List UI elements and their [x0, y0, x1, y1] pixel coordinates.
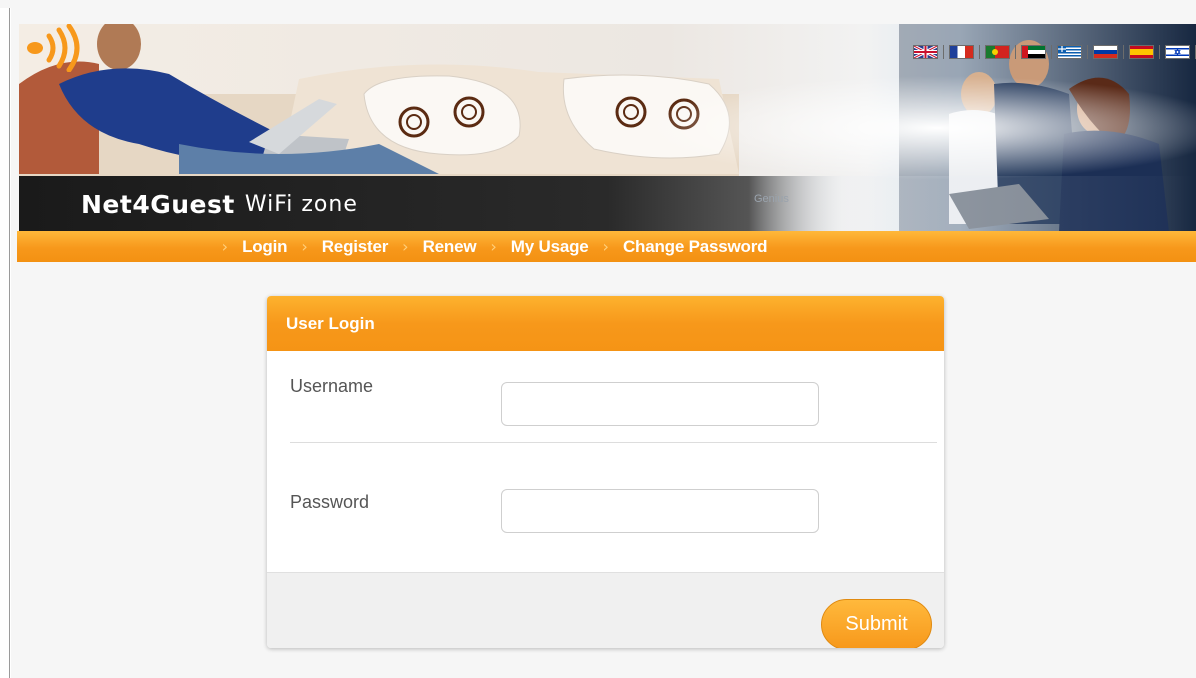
- password-field[interactable]: [501, 489, 819, 533]
- username-field[interactable]: [501, 382, 819, 426]
- nav-item-label: Change Password: [622, 236, 768, 256]
- chevron-right-icon: ›: [221, 237, 229, 256]
- nav-item-label: My Usage: [510, 236, 589, 256]
- spanish-flag-icon[interactable]: [1129, 45, 1154, 59]
- brand-name: Net4Guest: [81, 189, 235, 219]
- nav-item-my-usage[interactable]: › My Usage: [490, 237, 588, 257]
- chevron-right-icon: ›: [301, 237, 308, 256]
- brand-subtitle: WiFi zone: [244, 191, 358, 217]
- banner-faded-text: Genius: [754, 193, 789, 205]
- login-card-title: User Login: [286, 313, 375, 333]
- english-flag-icon[interactable]: [913, 45, 938, 59]
- flag-separator: [1123, 45, 1124, 59]
- nav-item-label: Login: [242, 236, 288, 256]
- portuguese-flag-icon[interactable]: [985, 45, 1010, 59]
- brand-logo: Net4Guest WiFi zone: [81, 180, 358, 228]
- login-card-header: User Login: [267, 296, 944, 351]
- wifi-signal-icon: [27, 24, 80, 72]
- login-card: User Login Username Password Submit: [267, 296, 944, 648]
- flag-separator: [979, 45, 980, 59]
- flag-separator: [1087, 45, 1088, 59]
- chevron-right-icon: ›: [602, 237, 609, 256]
- nav-item-change-password[interactable]: › Change Password: [603, 237, 768, 257]
- uae-flag-icon[interactable]: [1021, 45, 1046, 59]
- nav-item-label: Renew: [422, 236, 477, 256]
- form-divider: [290, 442, 937, 443]
- window-left-edge: [0, 8, 10, 678]
- nav-item-login[interactable]: › Login: [222, 237, 288, 257]
- nav-menu: › Login › Register › Renew › My Usage › …: [222, 237, 782, 257]
- header-banner: Genius Net4Guest WiFi zone: [19, 24, 1196, 232]
- greek-flag-icon[interactable]: [1057, 45, 1082, 59]
- flag-separator: [1159, 45, 1160, 59]
- login-card-footer: Submit: [267, 572, 944, 648]
- main-nav: › Login › Register › Renew › My Usage › …: [17, 231, 1196, 262]
- russian-flag-icon[interactable]: [1093, 45, 1118, 59]
- israeli-flag-icon[interactable]: [1165, 45, 1190, 59]
- nav-item-register[interactable]: › Register: [301, 237, 388, 257]
- nav-item-renew[interactable]: › Renew: [402, 237, 476, 257]
- flag-separator: [1015, 45, 1016, 59]
- chevron-right-icon: ›: [490, 237, 497, 256]
- french-flag-icon[interactable]: [949, 45, 974, 59]
- flag-separator: [1051, 45, 1052, 59]
- username-label: Username: [290, 376, 374, 396]
- chevron-right-icon: ›: [402, 237, 409, 256]
- language-flags: [908, 45, 1196, 59]
- nav-item-label: Register: [321, 236, 389, 256]
- page: Genius Net4Guest WiFi zone › Login › Reg…: [11, 8, 1196, 678]
- password-label: Password: [290, 492, 370, 512]
- flag-separator: [943, 45, 944, 59]
- submit-button[interactable]: Submit: [821, 599, 932, 648]
- window-top-edge: [0, 0, 1196, 8]
